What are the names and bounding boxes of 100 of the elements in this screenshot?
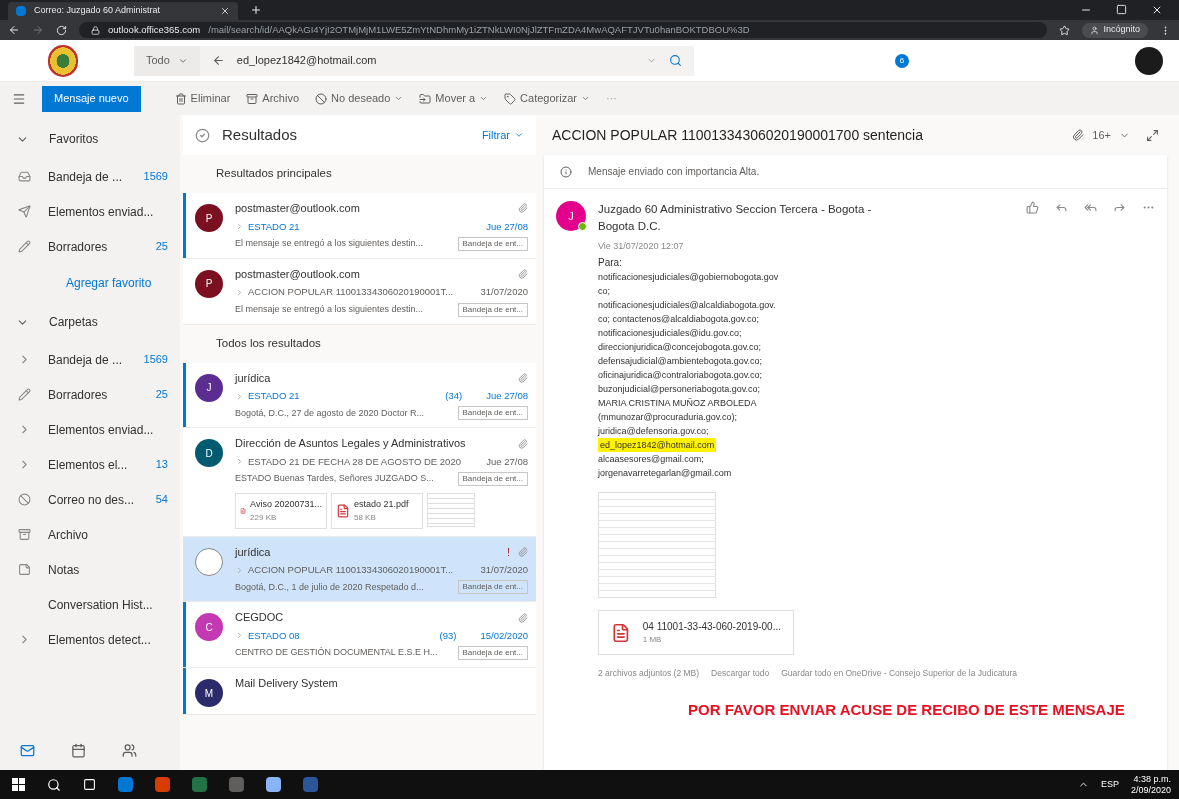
mail-icon[interactable] — [20, 742, 35, 758]
profile-avatar[interactable] — [1135, 46, 1163, 75]
message-item[interactable]: C CEGDOC ESTADO 08 (93) 15/02/2020 CENTRO DE GESTIÓN DOCUMENTAL E.S.E H... Bandeja de ent... — [183, 602, 536, 668]
like-icon[interactable] — [1026, 201, 1039, 214]
folder-tag: Bandeja de ent... — [457, 580, 528, 595]
attachment-icon — [1072, 129, 1085, 141]
attachment-chip[interactable]: estado 21.pdf 58 KB — [331, 493, 423, 529]
calendar-icon[interactable] — [71, 742, 86, 758]
sender-avatar: P — [195, 269, 223, 298]
email-subject: ACCION POPULAR 11001334306020190001700 sentencia — [552, 125, 924, 145]
start-icon[interactable] — [12, 778, 25, 791]
toolbar-button[interactable]: No deseado — [315, 90, 404, 107]
toolbar-button[interactable]: Eliminar — [174, 90, 231, 107]
folder-item[interactable]: Elementos enviad... — [0, 412, 180, 447]
message-preview: Bogotá, D.C., 1 de julio de 2020 Respetado d... — [235, 580, 425, 594]
forward-icon[interactable] — [32, 24, 44, 36]
section-label[interactable]: Carpetas — [49, 313, 98, 331]
scope-dropdown[interactable]: Todo — [134, 45, 200, 76]
message-subject: ESTADO 08 — [248, 628, 301, 643]
address-bar[interactable]: outlook.office365.com /mail/search/id/AAQkAGI4YjI2OTMjMjM1LWE5ZmYtNDhmMy1iZTNkLWI0NjJlZTFmZDA4MwAQAFTJVTu0hanBOKTDBOU%3D — [79, 22, 1048, 38]
folder-item[interactable]: Elementos el... 13 — [0, 447, 180, 482]
folder-item[interactable]: Borradores 25 — [0, 377, 180, 412]
attachment-icon — [518, 546, 528, 557]
attachments-summary: 2 archivos adjuntos (2 MB) — [598, 667, 700, 680]
taskbar-app-icon[interactable] — [229, 777, 244, 792]
new-message-button[interactable]: Mensaje nuevo — [42, 85, 141, 112]
folder-item[interactable]: Bandeja de ... 1569 — [0, 159, 180, 194]
people-icon[interactable] — [122, 742, 137, 758]
attachment-card[interactable]: 04 11001-33-43-060-2019-00... 1 MB — [598, 610, 794, 655]
reload-icon[interactable] — [56, 24, 67, 36]
file-size: 1 MB — [642, 634, 663, 646]
forward-icon[interactable] — [1113, 201, 1126, 214]
search-box[interactable]: Todo ed_lopez1842@hotmail.com — [134, 45, 694, 76]
attachment-chip[interactable]: Aviso 20200731... 229 KB — [235, 493, 327, 529]
group-heading: Resultados principales — [216, 166, 332, 182]
filter-button[interactable]: Filtrar — [481, 126, 524, 144]
message-item[interactable]: J jurídica ESTADO 21 (34) Jue 27/08 Bogotá, D.C., 27 de agosto de 2020 Doctor R... Bandeja de ent... — [183, 362, 536, 429]
taskbar-app-icon[interactable] — [303, 777, 318, 792]
search-icon[interactable] — [47, 777, 61, 792]
close-icon[interactable] — [1151, 4, 1163, 16]
attachment-count[interactable]: 16+ — [1092, 126, 1111, 144]
unread-bar — [183, 362, 186, 428]
browser-tab[interactable]: Correo: Juzgado 60 Administrat — [8, 2, 238, 20]
select-all-icon[interactable] — [195, 127, 210, 143]
message-date: 31/07/2020 — [480, 285, 528, 300]
taskbar-app-icon[interactable] — [118, 777, 133, 792]
folder-item[interactable]: Elementos detect... — [0, 622, 180, 657]
section-label[interactable]: Favoritos — [49, 130, 99, 148]
folder-tag: Bandeja de ent... — [457, 236, 528, 251]
message-date: Jue 27/08 — [486, 454, 528, 469]
star-icon[interactable] — [1059, 24, 1071, 36]
maximize-icon[interactable] — [1116, 4, 1127, 15]
language-indicator[interactable]: ESP — [1100, 777, 1119, 792]
document-thumbnail[interactable] — [427, 493, 475, 527]
toolbar-button[interactable]: Categorizar — [504, 90, 590, 107]
close-icon[interactable] — [220, 6, 230, 16]
toolbar-button[interactable]: Mover a — [419, 90, 489, 107]
footer-link[interactable]: Descargar todo — [711, 667, 770, 680]
recipient-line: notificacionesjudiciales@alcaldiabogota.gov. — [598, 299, 776, 312]
outlook-icon — [16, 6, 26, 16]
popout-icon[interactable] — [1146, 128, 1159, 142]
message-item[interactable] — [183, 428, 536, 537]
pdf-icon — [336, 503, 350, 518]
new-tab-icon[interactable] — [250, 4, 262, 16]
folder-item[interactable]: Notas — [0, 552, 180, 587]
message-item[interactable]: P postmaster@outlook.com ESTADO 21 Jue 27/08 El mensaje se entregó a los siguientes destin... Bandeja de ent... — [183, 193, 536, 259]
message-item[interactable]: jurídica ! ACCION POPULAR 11001334306020190001T... 31/07/2020 Bogotá, D.C., 1 de julio de 2020 Respetado d... Bandeja de ent... — [183, 536, 536, 603]
message-date: Jue 27/08 — [486, 389, 528, 403]
folder-item[interactable]: Archivo — [0, 517, 180, 552]
taskbar-app-icon[interactable] — [192, 777, 207, 792]
sender-avatar: J — [195, 373, 223, 402]
menu-icon[interactable] — [12, 91, 26, 106]
toolbar-button[interactable]: Archivo — [246, 90, 300, 107]
reply-all-icon[interactable] — [1084, 201, 1097, 214]
clock-time[interactable]: 4:38 p.m. — [1133, 773, 1171, 785]
folder-item[interactable]: Conversation Hist... — [0, 587, 180, 622]
folder-item[interactable]: Borradores 25 — [0, 229, 180, 264]
add-favorite-link[interactable]: Agregar favorito — [66, 274, 152, 292]
recipient-line: co; — [598, 285, 610, 298]
message-item[interactable]: M Mail Delivery System — [183, 668, 536, 715]
sender-name: jurídica — [235, 544, 271, 560]
footer-link[interactable]: Guardar todo en OneDrive - Consejo Superior de la Judicatura — [781, 667, 1017, 680]
clock-date[interactable]: 2/09/2020 — [1130, 784, 1171, 796]
sender-avatar: C — [195, 613, 223, 642]
coat-of-arms-logo — [48, 44, 78, 77]
profile-chip[interactable]: Incógnito — [1082, 22, 1148, 38]
chevron-icon — [479, 94, 489, 103]
taskbar-app-icon[interactable] — [266, 777, 281, 792]
chevron-icon — [514, 130, 524, 140]
reply-icon[interactable] — [1055, 201, 1068, 214]
back-icon[interactable] — [8, 24, 20, 36]
message-item[interactable]: P postmaster@outlook.com ACCION POPULAR 11001334306020190001T... 31/07/2020 El mensaje se entregó a los siguientes destin... Bandeja de ent... — [183, 258, 536, 325]
notification-badge[interactable]: 6 — [895, 53, 909, 68]
folder-item[interactable]: Elementos enviad... — [0, 194, 180, 229]
taskbar-app-icon[interactable] — [155, 777, 170, 792]
folder-item[interactable]: Bandeja de ... 1569 — [0, 342, 180, 377]
folder-item[interactable]: Correo no des... 54 — [0, 482, 180, 517]
back-icon[interactable] — [211, 54, 225, 67]
attachment-icon — [518, 612, 528, 623]
task-view-icon[interactable] — [83, 778, 96, 791]
